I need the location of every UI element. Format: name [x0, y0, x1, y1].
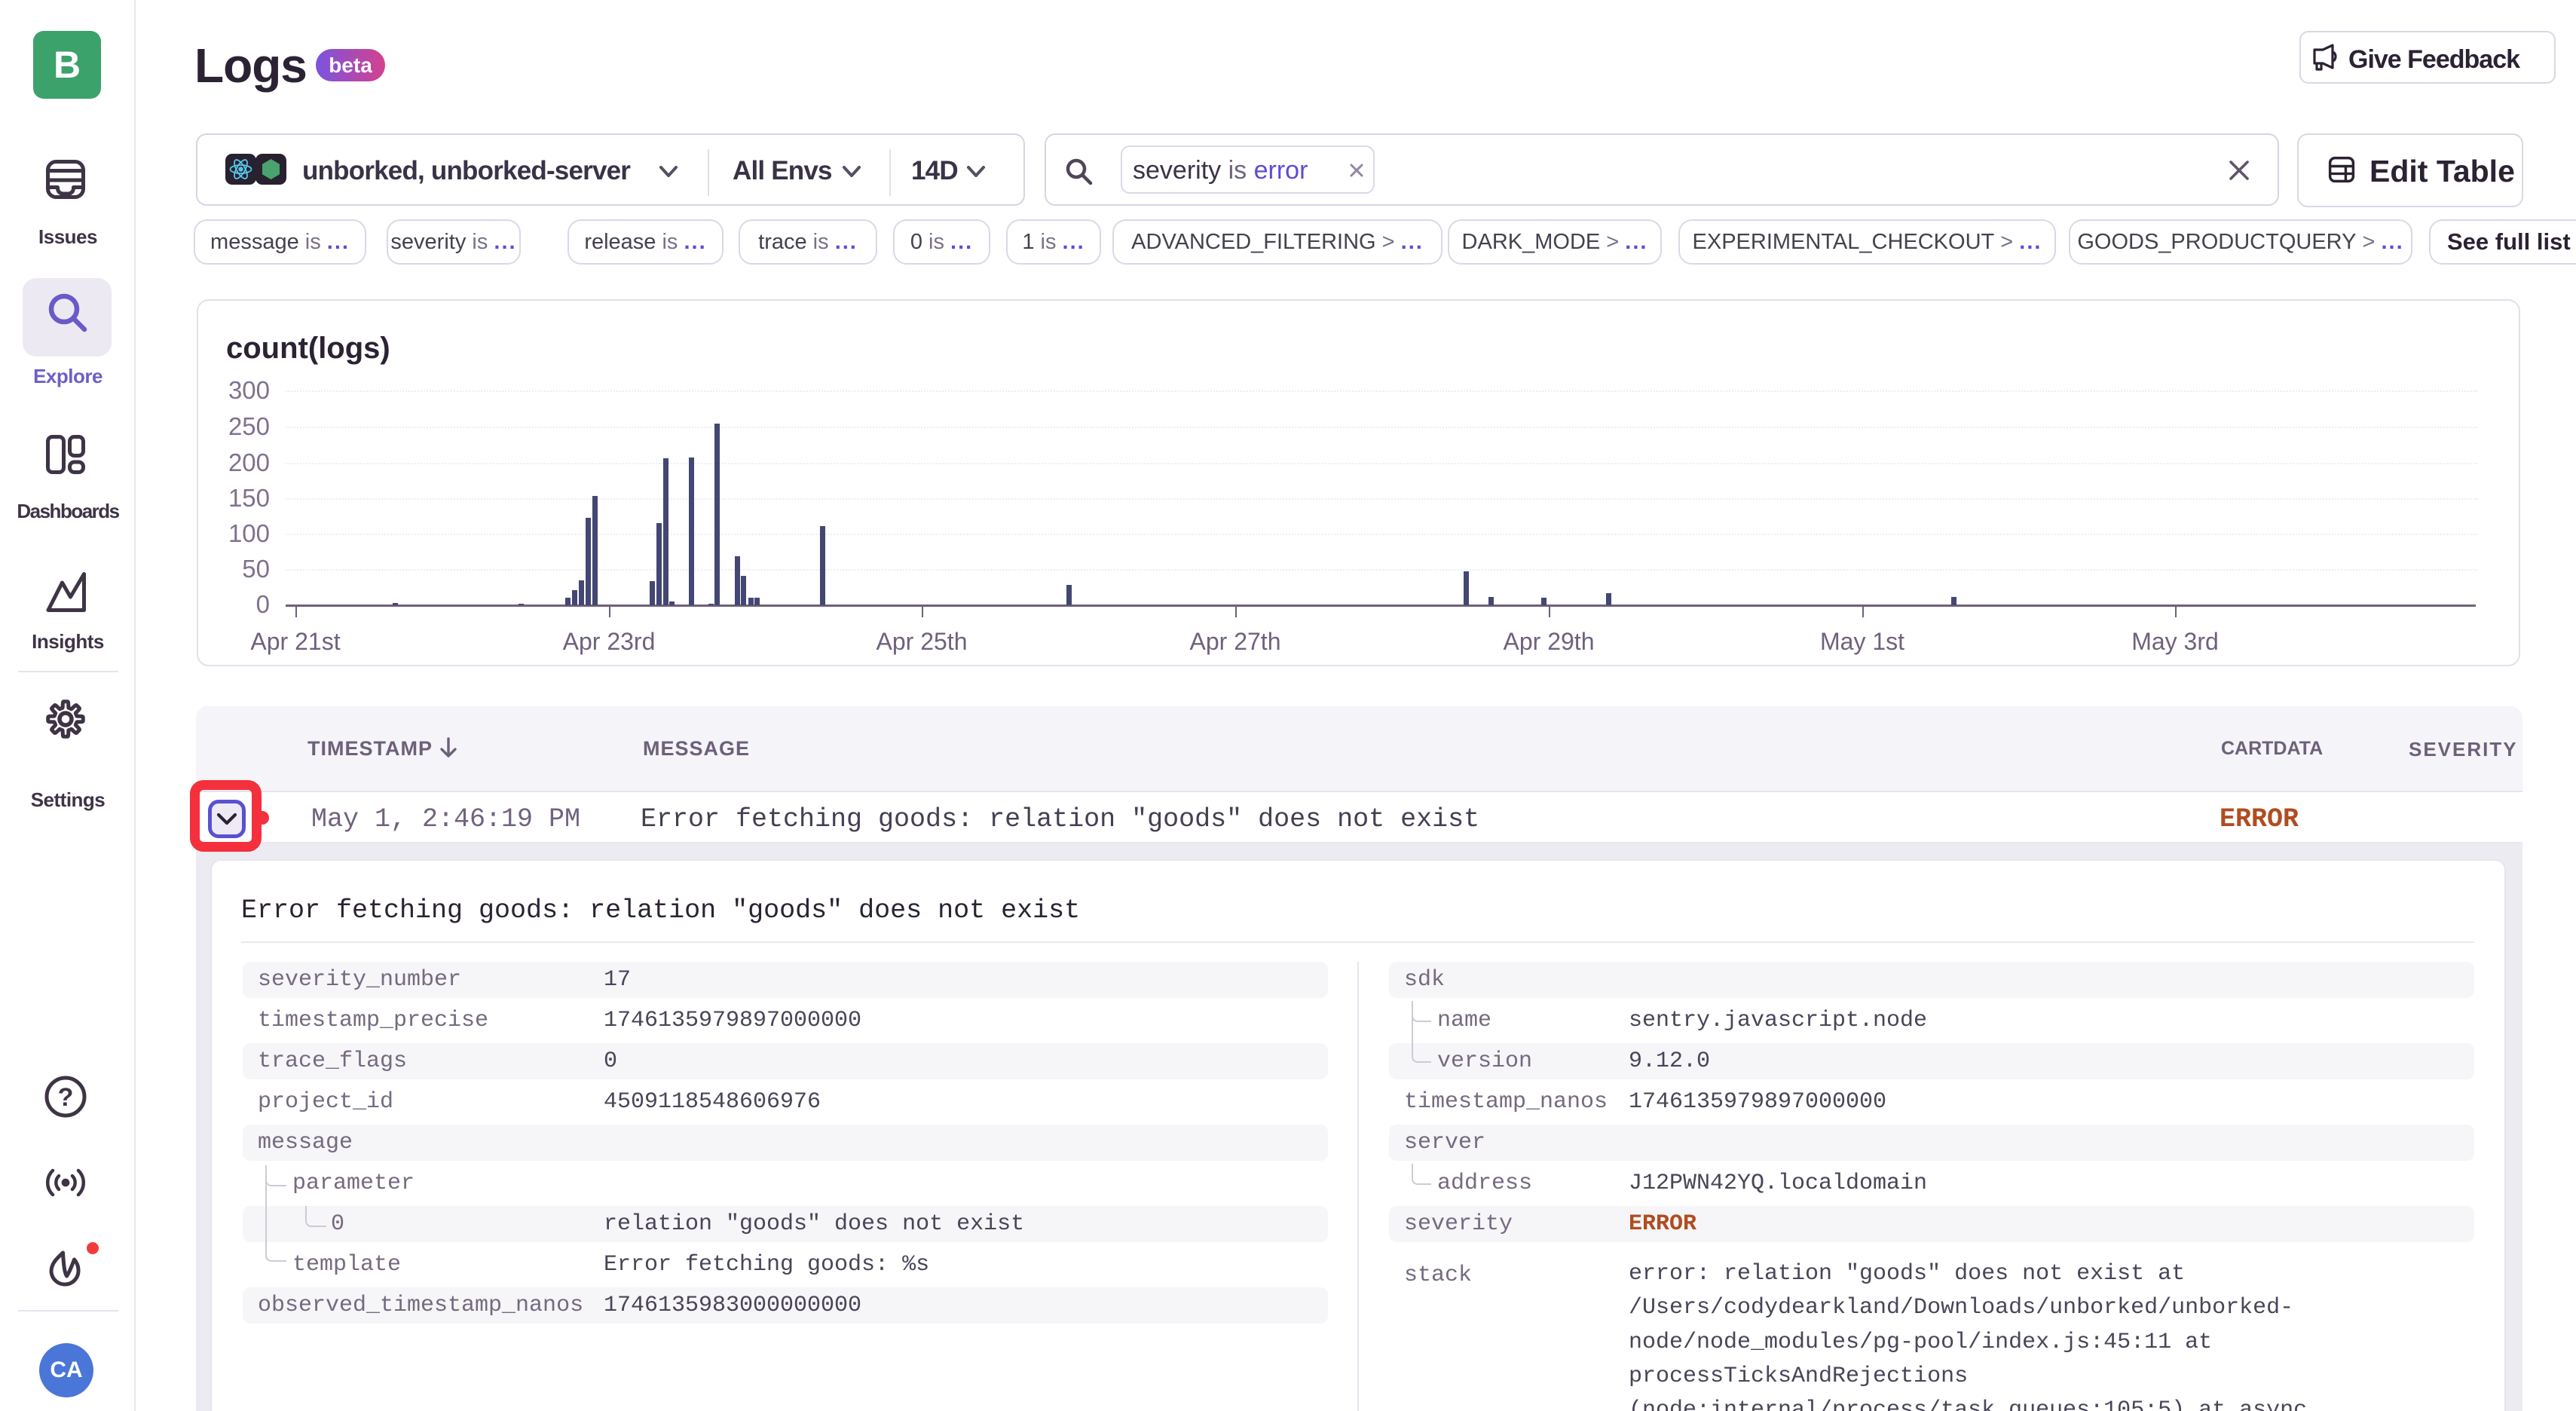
svg-text:?: ? [58, 1083, 74, 1112]
